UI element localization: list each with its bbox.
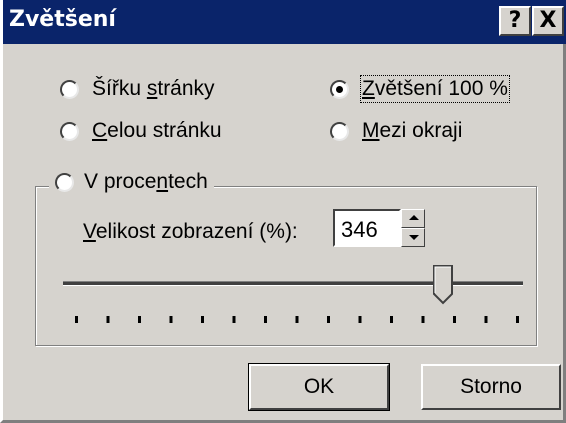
radio-circle[interactable] xyxy=(60,79,79,99)
dialog-title: Zvětšení xyxy=(9,7,116,32)
size-input[interactable]: 346 xyxy=(333,209,401,247)
radio-between-margins[interactable]: Mezi okraji xyxy=(330,119,462,143)
ok-button[interactable]: OK xyxy=(248,363,390,411)
radio-circle[interactable] xyxy=(60,121,79,141)
radio-circle[interactable] xyxy=(55,172,74,192)
radio-label: Zvětšení 100 % xyxy=(360,75,510,103)
radio-label: Šířku stránky xyxy=(92,77,215,100)
radio-circle-checked[interactable] xyxy=(330,79,349,99)
size-label: Velikost zobrazení (%): xyxy=(83,220,298,243)
radio-percent[interactable]: V procentech xyxy=(49,170,214,194)
zoom-dialog: Zvětšení ? X Šířku stránky Zvětšení 100 … xyxy=(0,0,566,423)
title-bar[interactable]: Zvětšení ? X xyxy=(3,0,566,44)
close-button[interactable]: X xyxy=(532,6,564,36)
help-button[interactable]: ? xyxy=(499,6,531,36)
radio-label: Celou stránku xyxy=(92,119,222,142)
spin-down-icon[interactable] xyxy=(401,228,425,247)
radio-whole-page[interactable]: Celou stránku xyxy=(60,119,222,143)
radio-circle[interactable] xyxy=(330,121,349,141)
zoom-slider-track[interactable] xyxy=(63,281,523,286)
radio-label: V procentech xyxy=(84,170,208,193)
radio-page-width[interactable]: Šířku stránky xyxy=(60,77,215,101)
zoom-slider-thumb[interactable] xyxy=(433,265,453,305)
cancel-button[interactable]: Storno xyxy=(421,364,561,410)
radio-label: Mezi okraji xyxy=(362,119,463,142)
radio-zoom-100[interactable]: Zvětšení 100 % xyxy=(330,75,510,103)
percent-group-box xyxy=(35,186,537,346)
size-spinner[interactable] xyxy=(401,209,425,247)
spin-up-icon[interactable] xyxy=(401,209,425,228)
